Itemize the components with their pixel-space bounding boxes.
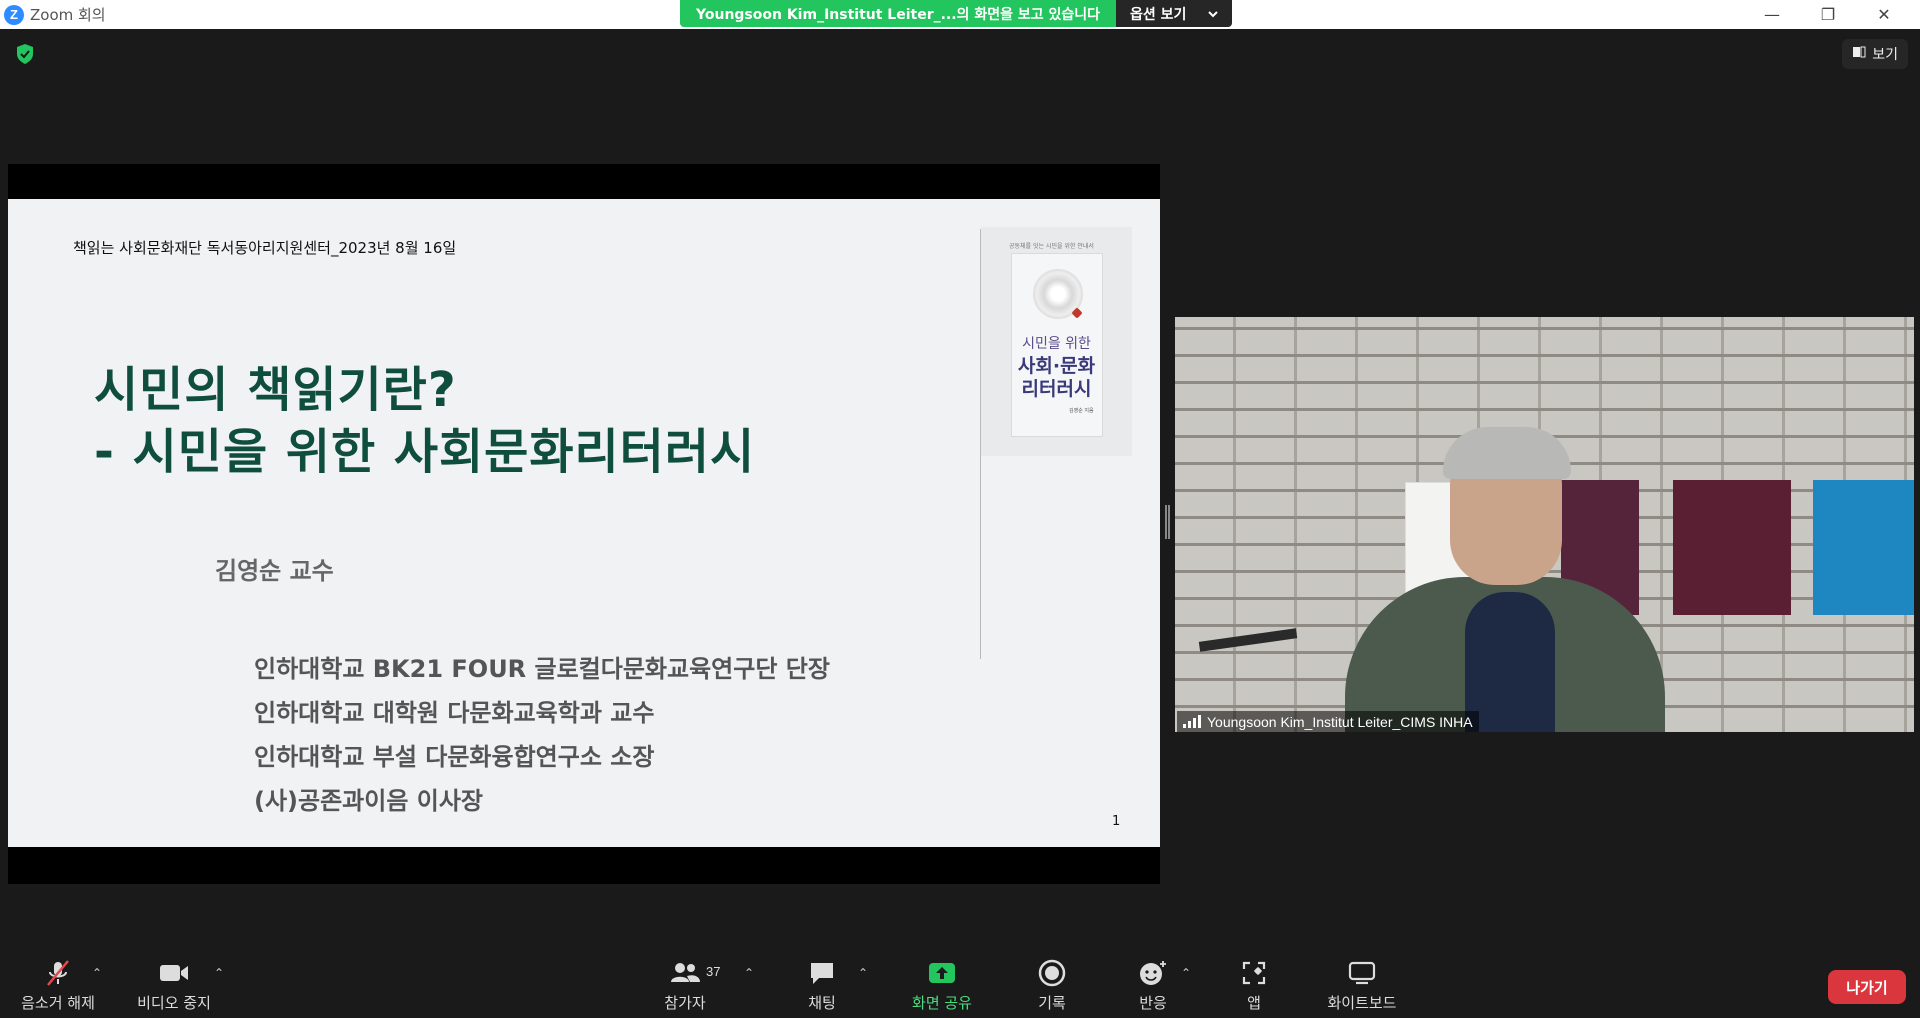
view-options-label: 옵션 보기 <box>1129 6 1187 23</box>
person-hair <box>1443 427 1571 479</box>
split-resize-handle[interactable] <box>1165 505 1170 539</box>
participants-options-caret[interactable]: ⌃ <box>744 966 754 980</box>
screen-share-banner: Youngsoon Kim_Institut Leiter_...의 화면을 보… <box>680 0 1233 27</box>
affiliation-item: 인하대학교 부설 다문화융합연구소 소장 <box>254 743 655 771</box>
window-title: Zoom 회의 <box>30 6 106 24</box>
view-options-button[interactable]: 옵션 보기 <box>1115 0 1233 27</box>
book-title-small: 시민을 위한 <box>1022 336 1091 352</box>
affiliation-list: 인하대학교 BK21 FOUR 글로컬다문화교육연구단 단장 인하대학교 대학원… <box>254 647 830 823</box>
participant-video[interactable] <box>1175 317 1914 732</box>
record-icon <box>1038 954 1066 992</box>
reactions-button[interactable]: 반응 <box>1121 950 1185 1018</box>
video-options-caret[interactable]: ⌃ <box>214 966 224 980</box>
share-banner-message: Youngsoon Kim_Institut Leiter_...의 화면을 보… <box>680 0 1116 27</box>
reactions-label: 반응 <box>1139 994 1167 1012</box>
slide-page-number: 1 <box>1112 814 1121 829</box>
restore-button[interactable]: ❐ <box>1800 0 1856 29</box>
stop-video-label: 비디오 중지 <box>137 994 211 1012</box>
chat-options-caret[interactable]: ⌃ <box>858 966 868 980</box>
whiteboard-label: 화이트보드 <box>1327 994 1397 1012</box>
apps-icon <box>1241 954 1267 992</box>
emoji-icon <box>1138 954 1168 992</box>
video-camera-icon <box>158 954 190 992</box>
apps-label: 앱 <box>1247 994 1261 1012</box>
whiteboard-button[interactable]: 화이트보드 <box>1320 950 1404 1018</box>
slide-title: 시민의 책읽기란? - 시민을 위한 사회문화리터러시 <box>94 359 755 483</box>
unmute-label: 음소거 해제 <box>21 994 95 1012</box>
view-button[interactable]: 보기 <box>1842 39 1908 69</box>
chat-icon <box>807 954 837 992</box>
participant-name: Youngsoon Kim_Institut Leiter_CIMS INHA <box>1207 713 1473 730</box>
presenter-name: 김영순 교수 <box>215 557 334 585</box>
zoom-logo-icon: Z <box>4 4 24 25</box>
unmute-button[interactable]: 음소거 해제 <box>14 950 102 1018</box>
apps-button[interactable]: 앱 <box>1222 950 1286 1018</box>
record-button[interactable]: 기록 <box>1020 950 1084 1018</box>
book-title-line: 사회·문화 <box>1017 355 1096 377</box>
share-screen-icon <box>927 954 957 992</box>
share-screen-button[interactable]: 화면 공유 <box>900 950 984 1018</box>
audio-options-caret[interactable]: ⌃ <box>92 966 102 980</box>
blue-canvas <box>1813 480 1914 615</box>
participants-label: 참가자 <box>664 994 706 1012</box>
leave-button[interactable]: 나가기 <box>1828 970 1906 1004</box>
shield-check-icon[interactable] <box>14 43 36 65</box>
signal-strength-icon <box>1183 715 1201 728</box>
book-author: 김영순 지음 <box>1069 408 1094 414</box>
meeting-toolbar: 음소거 해제 ⌃ 비디오 중지 ⌃ 참가자 37 ⌃ 채팅 ⌃ 화면 공유 기록 <box>0 950 1920 1018</box>
participants-button[interactable]: 참가자 <box>650 950 720 1018</box>
reactions-options-caret[interactable]: ⌃ <box>1181 966 1191 980</box>
mic-muted-icon <box>43 954 73 992</box>
participant-count: 37 <box>706 964 721 979</box>
close-button[interactable]: ✕ <box>1856 0 1912 29</box>
stop-video-button[interactable]: 비디오 중지 <box>130 950 218 1018</box>
maroon-canvas <box>1673 480 1791 615</box>
affiliation-item: 인하대학교 대학원 다문화교육학과 교수 <box>254 699 655 727</box>
book-cover-image: 공동체를 잇는 시민을 위한 안내서 시민을 위한 사회·문화 리터러시 김영순… <box>981 227 1132 456</box>
affiliation-item: (사)공존과이음 이사장 <box>254 787 484 815</box>
participants-icon <box>669 954 701 992</box>
slide-header: 책읽는 사회문화재단 독서동아리지원센터_2023년 8월 16일 <box>73 239 457 257</box>
presentation-slide: 책읽는 사회문화재단 독서동아리지원센터_2023년 8월 16일 시민의 책읽… <box>8 199 1160 847</box>
view-button-label: 보기 <box>1872 47 1898 63</box>
minimize-button[interactable]: — <box>1744 0 1800 29</box>
chat-button[interactable]: 채팅 <box>790 950 854 1018</box>
book-title-big: 사회·문화 리터러시 <box>981 355 1132 401</box>
slide-title-line: 시민의 책읽기란? <box>94 362 457 418</box>
book-title-line: 리터러시 <box>1021 378 1092 400</box>
participant-name-label: Youngsoon Kim_Institut Leiter_CIMS INHA <box>1177 711 1479 732</box>
layout-icon <box>1852 45 1866 63</box>
whiteboard-icon <box>1347 954 1377 992</box>
share-screen-label: 화면 공유 <box>912 994 972 1012</box>
shared-screen: 책읽는 사회문화재단 독서동아리지원센터_2023년 8월 16일 시민의 책읽… <box>8 164 1160 884</box>
record-label: 기록 <box>1038 994 1066 1012</box>
chat-label: 채팅 <box>808 994 836 1012</box>
affiliation-item: 인하대학교 BK21 FOUR 글로컬다문화교육연구단 단장 <box>254 655 830 683</box>
book-tagline: 공동체를 잇는 시민을 위한 안내서 <box>1009 243 1094 250</box>
slide-title-line: - 시민을 위한 사회문화리터러시 <box>94 424 756 480</box>
chevron-down-icon <box>1208 6 1219 22</box>
